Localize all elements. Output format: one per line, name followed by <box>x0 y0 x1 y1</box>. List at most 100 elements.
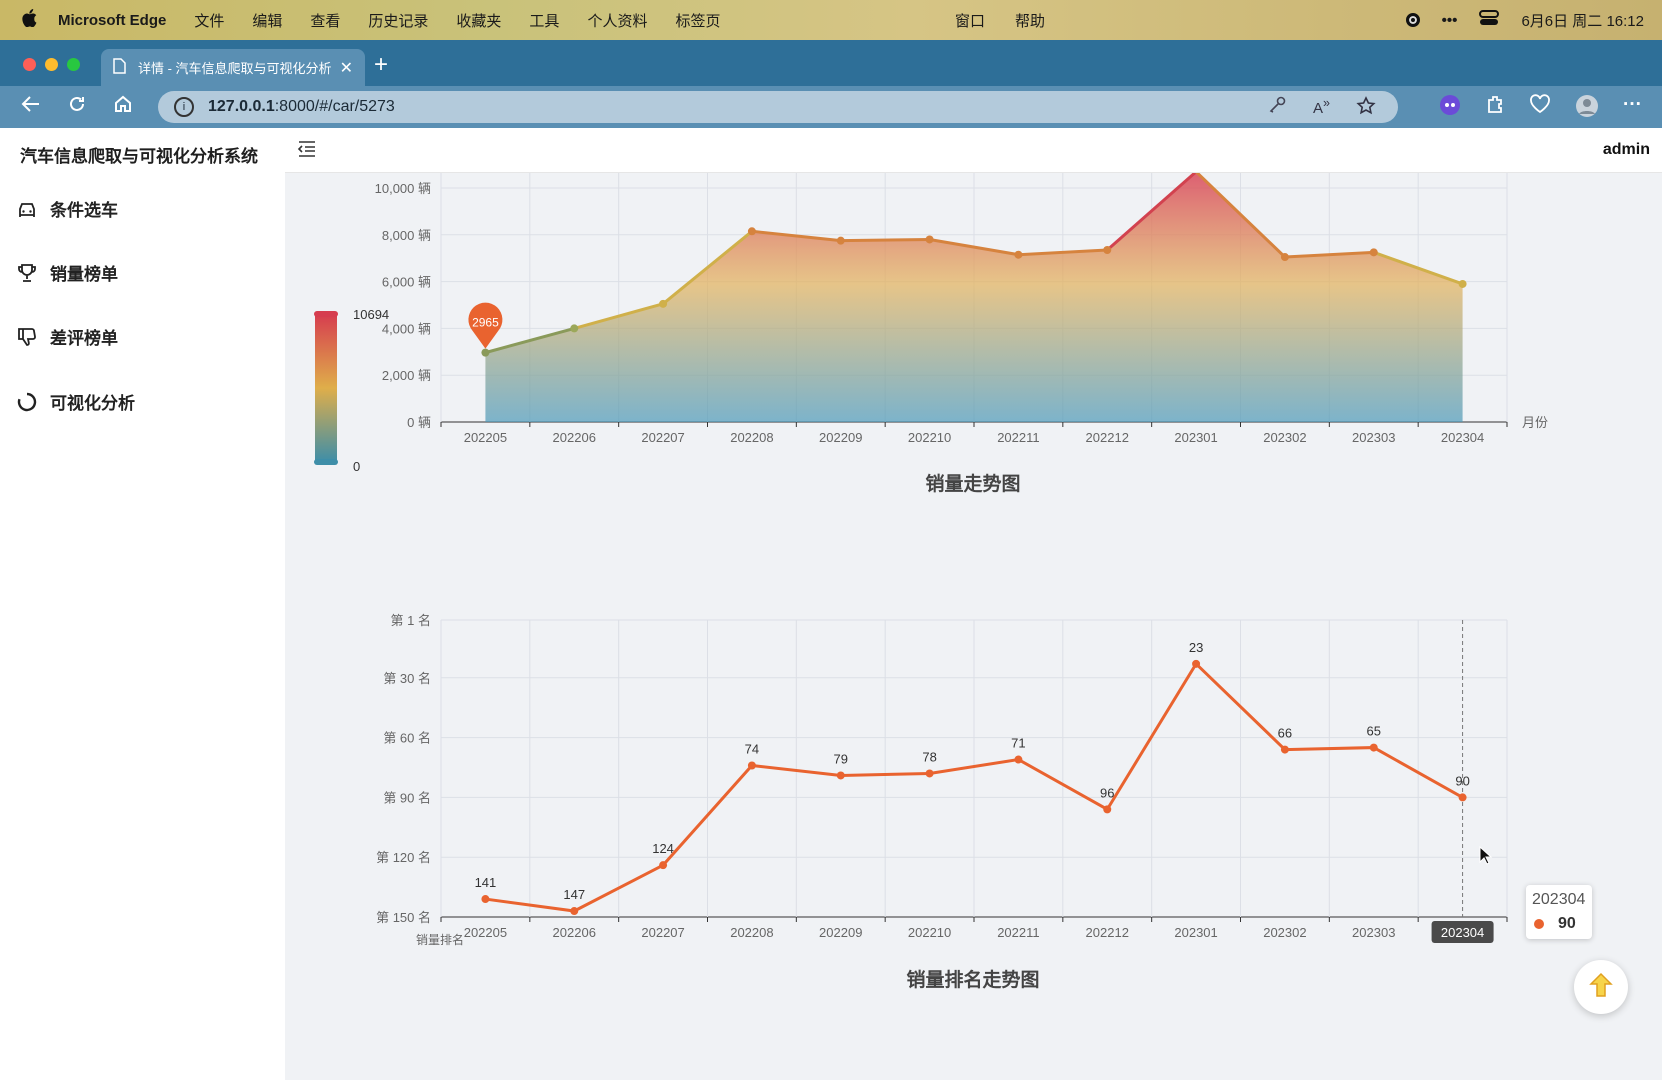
rank-point <box>1014 755 1023 764</box>
x-tick-label: 202207 <box>641 430 684 445</box>
y-tick-label: 第 60 名 <box>383 731 431 746</box>
rank-data-label: 23 <box>1189 640 1203 655</box>
sidebar-item-bad-reviews[interactable]: 差评榜单 <box>16 324 118 349</box>
back-arrow-icon[interactable] <box>8 95 54 119</box>
apple-icon[interactable] <box>0 8 58 32</box>
menubar-item-edit[interactable]: 编辑 <box>252 10 282 31</box>
extensions-icon[interactable] <box>1485 94 1505 124</box>
rank-data-label: 124 <box>652 841 674 856</box>
health-icon[interactable] <box>1529 94 1551 124</box>
menubar-item-favorites[interactable]: 收藏夹 <box>456 10 501 31</box>
menubar-item-profile[interactable]: 个人资料 <box>587 10 647 31</box>
visual-map-max: 10694 <box>353 307 389 322</box>
window-close-button[interactable] <box>23 58 36 71</box>
x-axis-name: 销量排名 <box>416 932 464 947</box>
rank-point <box>659 861 668 870</box>
window-minimize-button[interactable] <box>45 58 58 71</box>
y-tick-label: 10,000 辆 <box>375 181 431 196</box>
sidebar-item-sales-ranking[interactable]: 销量榜单 <box>16 260 118 285</box>
menubar-item-help[interactable]: 帮助 <box>1015 10 1045 31</box>
main-content: 0 辆 2,000 辆 4,000 辆 6,000 辆 8,000 辆 10,000 辆 2… <box>285 173 1662 1080</box>
menubar-item-file[interactable]: 文件 <box>194 10 224 31</box>
site-info-icon[interactable]: i <box>174 97 194 117</box>
rank-data-label: 90 <box>1455 773 1469 788</box>
x-tick-label: 202301 <box>1174 430 1217 445</box>
home-icon[interactable] <box>100 94 146 120</box>
menubar-item-view[interactable]: 查看 <box>310 10 340 31</box>
sales-line-segment <box>840 237 930 243</box>
x-tick-label: 202210 <box>908 925 951 940</box>
copilot-icon[interactable] <box>1439 94 1461 124</box>
rank-point <box>1280 745 1289 754</box>
rank-data-label: 96 <box>1100 785 1114 800</box>
new-tab-button[interactable]: + <box>374 51 388 79</box>
reload-icon[interactable] <box>54 94 100 120</box>
rank-data-label: 141 <box>475 875 497 890</box>
car-icon <box>16 198 38 220</box>
y-tick-label: 2,000 辆 <box>382 368 431 383</box>
rank-point <box>1458 793 1467 802</box>
rank-data-label: 79 <box>834 751 848 766</box>
more-menu-icon[interactable]: ··· <box>1623 94 1642 124</box>
rank-data-label: 147 <box>563 887 585 902</box>
trophy-icon <box>16 262 38 284</box>
sales-point <box>570 324 579 333</box>
x-tick-label: 202209 <box>819 430 862 445</box>
sidebar: 汽车信息爬取与可视化分析系统 条件选车 销量榜单 差评榜单 可视化分析 <box>0 128 285 1080</box>
key-icon[interactable] <box>1269 96 1287 121</box>
url-host: 127.0.0.1 <box>208 98 275 115</box>
sales-trend-chart: 0 辆 2,000 辆 4,000 辆 6,000 辆 8,000 辆 10,000 辆 2… <box>314 173 1548 495</box>
rank-point <box>836 771 845 780</box>
menubar-item-tabs[interactable]: 标签页 <box>675 10 720 31</box>
sales-rank-chart: 第 1 名第 30 名第 60 名第 90 名第 120 名第 150 名 141… <box>376 613 1508 991</box>
screen-record-icon[interactable] <box>1405 13 1420 27</box>
sidebar-item-filter-cars[interactable]: 条件选车 <box>16 196 118 221</box>
rank-point <box>1103 805 1112 814</box>
rank-point <box>1369 743 1378 752</box>
control-center-icon[interactable] <box>1479 10 1500 30</box>
user-name[interactable]: admin <box>1603 141 1650 159</box>
y-tick-label: 第 150 名 <box>376 910 431 925</box>
menubar-datetime[interactable]: 6月6日 周二 16:12 <box>1521 10 1644 31</box>
rank-point <box>925 769 934 778</box>
browser-tab-active[interactable]: 详情 - 汽车信息爬取与可视化分析 ✕ <box>101 49 365 86</box>
x-tick-label: 202211 <box>997 925 1039 940</box>
menubar-item-tools[interactable]: 工具 <box>529 10 559 31</box>
y-tick-label: 第 90 名 <box>383 790 431 805</box>
system-menubar: Microsoft Edge 文件 编辑 查看 历史记录 收藏夹 工具 个人资料… <box>0 0 1662 40</box>
back-to-top-button[interactable] <box>1574 960 1628 1014</box>
menubar-item-history[interactable]: 历史记录 <box>368 10 428 31</box>
sidebar-item-visual-analysis[interactable]: 可视化分析 <box>16 389 135 414</box>
sales-point <box>659 299 668 308</box>
y-tick-label: 0 辆 <box>407 415 431 430</box>
rank-data-label: 74 <box>745 742 759 757</box>
menubar-app-name[interactable]: Microsoft Edge <box>58 12 166 29</box>
menubar-item-window[interactable]: 窗口 <box>955 10 985 31</box>
tab-close-icon[interactable]: ✕ <box>340 58 353 78</box>
sales-point <box>1103 246 1112 255</box>
more-dots-icon[interactable]: ••• <box>1442 12 1458 29</box>
browser-tabbar: 详情 - 汽车信息爬取与可视化分析 ✕ + <box>0 40 1662 86</box>
address-bar[interactable]: i 127.0.0.1 :8000/#/car/5273 A» <box>158 91 1398 123</box>
x-tick-label: 202211 <box>997 430 1039 445</box>
x-tick-label: 202205 <box>464 430 507 445</box>
header-bar: admin <box>285 128 1662 173</box>
favorite-star-icon[interactable] <box>1356 96 1376 121</box>
charts-canvas: 0 辆 2,000 辆 4,000 辆 6,000 辆 8,000 辆 10,000 辆 2… <box>314 173 1548 991</box>
document-icon <box>113 58 126 77</box>
sales-point <box>1369 248 1378 257</box>
marker-label: 2965 <box>472 316 499 330</box>
x-tick-label: 202303 <box>1352 925 1395 940</box>
tooltip-series-dot <box>1534 919 1544 929</box>
window-zoom-button[interactable] <box>67 58 80 71</box>
collapse-menu-icon[interactable] <box>297 140 317 163</box>
sales-point <box>836 236 845 245</box>
x-tick-label: 202301 <box>1174 925 1217 940</box>
read-aloud-icon[interactable]: A» <box>1313 96 1330 121</box>
sales-point <box>481 348 490 357</box>
visual-map-handle-top <box>314 311 338 317</box>
sales-point <box>747 227 756 236</box>
profile-avatar-icon[interactable] <box>1575 94 1599 124</box>
url-path: :8000/#/car/5273 <box>274 98 395 115</box>
sales-point <box>1014 250 1023 259</box>
